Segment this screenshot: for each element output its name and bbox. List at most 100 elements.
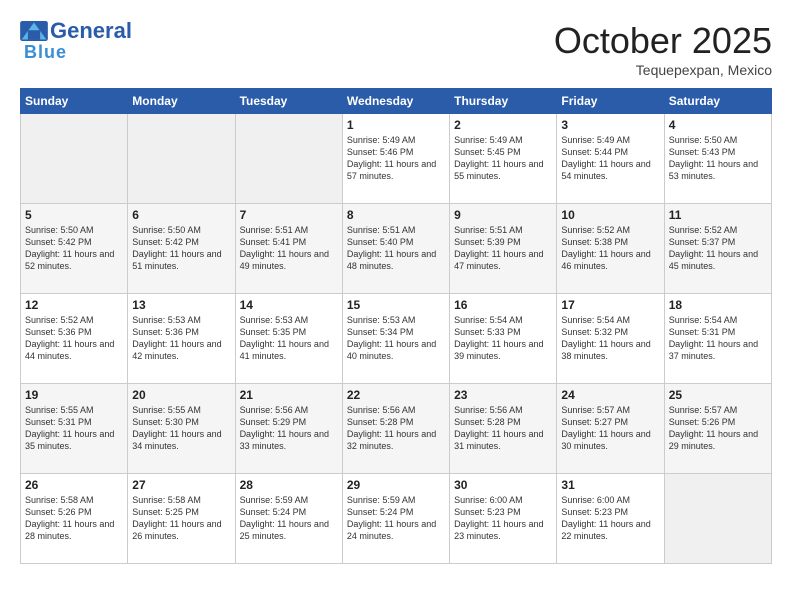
- day-number: 27: [132, 478, 230, 492]
- location: Tequepexpan, Mexico: [554, 62, 772, 78]
- day-number: 2: [454, 118, 552, 132]
- day-number: 10: [561, 208, 659, 222]
- calendar-cell-3-6: 17 Sunrise: 5:54 AMSunset: 5:32 PMDayligh…: [557, 294, 664, 384]
- calendar-cell-4-6: 24 Sunrise: 5:57 AMSunset: 5:27 PMDayligh…: [557, 384, 664, 474]
- calendar-week-1: 1Sunrise: 5:49 AMSunset: 5:46 PMDaylight…: [21, 114, 772, 204]
- day-number: 25: [669, 388, 767, 402]
- day-info: Sunrise: 5:51 AMSunset: 5:41 PMDaylight:…: [240, 224, 338, 273]
- day-number: 7: [240, 208, 338, 222]
- calendar-cell-1-6: 3Sunrise: 5:49 AMSunset: 5:44 PMDaylight…: [557, 114, 664, 204]
- weekday-header-sunday: Sunday: [21, 89, 128, 114]
- day-number: 28: [240, 478, 338, 492]
- day-number: 11: [669, 208, 767, 222]
- calendar-cell-1-1: [21, 114, 128, 204]
- calendar-cell-4-1: 19Sunrise: 5:55 AMSunset: 5:31 PMDayligh…: [21, 384, 128, 474]
- weekday-header-monday: Monday: [128, 89, 235, 114]
- calendar-week-4: 19Sunrise: 5:55 AMSunset: 5:31 PMDayligh…: [21, 384, 772, 474]
- day-info: Sunrise: 5:50 AMSunset: 5:42 PMDaylight:…: [25, 224, 123, 273]
- day-info: Sunrise: 5:56 AMSunset: 5:28 PMDaylight:…: [347, 404, 445, 453]
- day-info: Sunrise: 5:54 AMSunset: 5:33 PMDaylight:…: [454, 314, 552, 363]
- day-info: Sunrise: 5:58 AMSunset: 5:26 PMDaylight:…: [25, 494, 123, 543]
- day-info: Sunrise: 5:59 AMSunset: 5:24 PMDaylight:…: [347, 494, 445, 543]
- day-number: 23: [454, 388, 552, 402]
- day-info: Sunrise: 5:59 AMSunset: 5:24 PMDaylight:…: [240, 494, 338, 543]
- day-number: 13: [132, 298, 230, 312]
- day-number: 30: [454, 478, 552, 492]
- day-info: Sunrise: 5:57 AMSunset: 5:27 PMDaylight:…: [561, 404, 659, 453]
- day-info: Sunrise: 5:51 AMSunset: 5:40 PMDaylight:…: [347, 224, 445, 273]
- day-number: 29: [347, 478, 445, 492]
- calendar-table: SundayMondayTuesdayWednesdayThursdayFrid…: [20, 88, 772, 564]
- day-info: Sunrise: 6:00 AMSunset: 5:23 PMDaylight:…: [561, 494, 659, 543]
- day-number: 16: [454, 298, 552, 312]
- calendar-cell-5-6: 31Sunrise: 6:00 AMSunset: 5:23 PMDayligh…: [557, 474, 664, 564]
- month-title: October 2025: [554, 20, 772, 62]
- calendar-cell-1-5: 2Sunrise: 5:49 AMSunset: 5:45 PMDaylight…: [450, 114, 557, 204]
- calendar-cell-1-3: [235, 114, 342, 204]
- calendar-cell-1-2: [128, 114, 235, 204]
- day-number: 12: [25, 298, 123, 312]
- day-number: 24: [561, 388, 659, 402]
- day-number: 17: [561, 298, 659, 312]
- day-info: Sunrise: 5:54 AMSunset: 5:32 PMDaylight:…: [561, 314, 659, 363]
- calendar-cell-2-5: 9 Sunrise: 5:51 AMSunset: 5:39 PMDaylight…: [450, 204, 557, 294]
- calendar-cell-3-3: 14 Sunrise: 5:53 AMSunset: 5:35 PMDayligh…: [235, 294, 342, 384]
- calendar-cell-2-6: 10Sunrise: 5:52 AMSunset: 5:38 PMDayligh…: [557, 204, 664, 294]
- calendar-week-3: 12Sunrise: 5:52 AMSunset: 5:36 PMDayligh…: [21, 294, 772, 384]
- calendar-cell-4-4: 22Sunrise: 5:56 AMSunset: 5:28 PMDayligh…: [342, 384, 449, 474]
- weekday-header-row: SundayMondayTuesdayWednesdayThursdayFrid…: [21, 89, 772, 114]
- weekday-header-saturday: Saturday: [664, 89, 771, 114]
- day-info: Sunrise: 5:56 AMSunset: 5:29 PMDaylight:…: [240, 404, 338, 453]
- calendar-week-2: 5 Sunrise: 5:50 AMSunset: 5:42 PMDaylight…: [21, 204, 772, 294]
- logo-text: General: [50, 20, 132, 42]
- day-number: 26: [25, 478, 123, 492]
- calendar-cell-5-5: 30 Sunrise: 6:00 AMSunset: 5:23 PMDayligh…: [450, 474, 557, 564]
- calendar-cell-2-7: 11 Sunrise: 5:52 AMSunset: 5:37 PMDayligh…: [664, 204, 771, 294]
- day-number: 15: [347, 298, 445, 312]
- calendar-cell-2-3: 7 Sunrise: 5:51 AMSunset: 5:41 PMDaylight…: [235, 204, 342, 294]
- calendar-cell-3-1: 12Sunrise: 5:52 AMSunset: 5:36 PMDayligh…: [21, 294, 128, 384]
- calendar-cell-2-4: 8 Sunrise: 5:51 AMSunset: 5:40 PMDaylight…: [342, 204, 449, 294]
- day-info: Sunrise: 5:53 AMSunset: 5:35 PMDaylight:…: [240, 314, 338, 363]
- day-info: Sunrise: 5:53 AMSunset: 5:34 PMDaylight:…: [347, 314, 445, 363]
- calendar-cell-5-3: 28 Sunrise: 5:59 AMSunset: 5:24 PMDayligh…: [235, 474, 342, 564]
- calendar-cell-3-7: 18 Sunrise: 5:54 AMSunset: 5:31 PMDayligh…: [664, 294, 771, 384]
- day-info: Sunrise: 5:57 AMSunset: 5:26 PMDaylight:…: [669, 404, 767, 453]
- day-number: 21: [240, 388, 338, 402]
- day-info: Sunrise: 5:58 AMSunset: 5:25 PMDaylight:…: [132, 494, 230, 543]
- day-info: Sunrise: 6:00 AMSunset: 5:23 PMDaylight:…: [454, 494, 552, 543]
- day-info: Sunrise: 5:54 AMSunset: 5:31 PMDaylight:…: [669, 314, 767, 363]
- day-info: Sunrise: 5:51 AMSunset: 5:39 PMDaylight:…: [454, 224, 552, 273]
- calendar-cell-4-2: 20 Sunrise: 5:55 AMSunset: 5:30 PMDayligh…: [128, 384, 235, 474]
- calendar-cell-4-5: 23 Sunrise: 5:56 AMSunset: 5:28 PMDayligh…: [450, 384, 557, 474]
- logo: General Blue: [20, 20, 132, 63]
- calendar-cell-2-2: 6Sunrise: 5:50 AMSunset: 5:42 PMDaylight…: [128, 204, 235, 294]
- calendar-cell-1-4: 1Sunrise: 5:49 AMSunset: 5:46 PMDaylight…: [342, 114, 449, 204]
- day-number: 18: [669, 298, 767, 312]
- calendar-cell-5-1: 26 Sunrise: 5:58 AMSunset: 5:26 PMDayligh…: [21, 474, 128, 564]
- day-number: 1: [347, 118, 445, 132]
- day-number: 3: [561, 118, 659, 132]
- day-number: 5: [25, 208, 123, 222]
- calendar-cell-4-7: 25 Sunrise: 5:57 AMSunset: 5:26 PMDayligh…: [664, 384, 771, 474]
- day-info: Sunrise: 5:55 AMSunset: 5:30 PMDaylight:…: [132, 404, 230, 453]
- calendar-cell-5-7: [664, 474, 771, 564]
- weekday-header-friday: Friday: [557, 89, 664, 114]
- day-info: Sunrise: 5:56 AMSunset: 5:28 PMDaylight:…: [454, 404, 552, 453]
- calendar-cell-5-2: 27 Sunrise: 5:58 AMSunset: 5:25 PMDayligh…: [128, 474, 235, 564]
- weekday-header-thursday: Thursday: [450, 89, 557, 114]
- day-info: Sunrise: 5:52 AMSunset: 5:37 PMDaylight:…: [669, 224, 767, 273]
- title-block: October 2025 Tequepexpan, Mexico: [554, 20, 772, 78]
- page-header: General Blue October 2025 Tequepexpan, M…: [20, 20, 772, 78]
- calendar-cell-1-7: 4Sunrise: 5:50 AMSunset: 5:43 PMDaylight…: [664, 114, 771, 204]
- day-info: Sunrise: 5:50 AMSunset: 5:42 PMDaylight:…: [132, 224, 230, 273]
- day-number: 9: [454, 208, 552, 222]
- calendar-cell-3-4: 15 Sunrise: 5:53 AMSunset: 5:34 PMDayligh…: [342, 294, 449, 384]
- logo-icon: [20, 21, 48, 41]
- calendar-cell-4-3: 21 Sunrise: 5:56 AMSunset: 5:29 PMDayligh…: [235, 384, 342, 474]
- calendar-cell-3-2: 13Sunrise: 5:53 AMSunset: 5:36 PMDayligh…: [128, 294, 235, 384]
- day-number: 14: [240, 298, 338, 312]
- day-number: 8: [347, 208, 445, 222]
- calendar-cell-2-1: 5 Sunrise: 5:50 AMSunset: 5:42 PMDaylight…: [21, 204, 128, 294]
- day-number: 20: [132, 388, 230, 402]
